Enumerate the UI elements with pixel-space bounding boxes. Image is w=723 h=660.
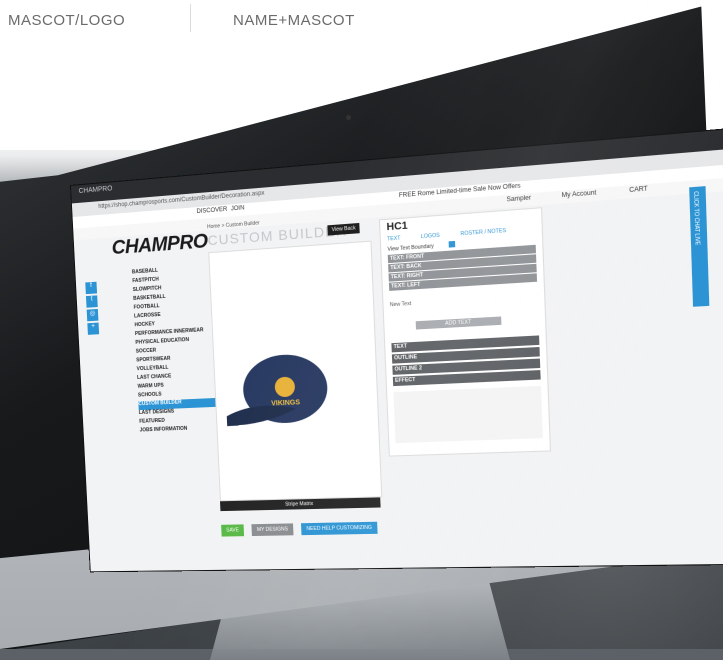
browser-screen: CHAMPRO https://shop.champrosports.com/C… — [70, 126, 723, 573]
new-text-label: New Text — [389, 300, 412, 309]
help-button[interactable]: NEED HELP CUSTOMIZING — [301, 521, 378, 536]
site-link[interactable]: DISCOVER — [196, 207, 227, 215]
custom-builder: Home > Custom Builder CUSTOM BUILDER Vie… — [207, 220, 383, 548]
panel-title: HC1 — [386, 220, 408, 234]
style-sections: TEXT OUTLINE OUTLINE 2 EFFECT — [391, 335, 541, 388]
options-panel: HC1 TEXT LOGOS ROSTER / NOTES View Text … — [378, 207, 552, 457]
cap-text: VIKINGS — [271, 399, 301, 408]
sampler-link[interactable]: Sampler — [506, 195, 531, 203]
add-text-button[interactable]: ADD TEXT — [415, 316, 502, 330]
share-icon[interactable]: + — [87, 322, 100, 335]
tab-logos[interactable]: LOGOS — [421, 233, 440, 241]
save-button[interactable]: SAVE — [221, 524, 245, 537]
cap-preview: VIKINGS — [226, 352, 329, 427]
position-list: TEXT: FRONT TEXT: BACK TEXT: RIGHT TEXT:… — [387, 244, 538, 292]
facebook-icon[interactable]: f — [85, 281, 98, 295]
boundary-checkbox[interactable] — [448, 240, 456, 248]
sidebar: CHAMPRO f t ◎ + BASEBALL FASTPITCH SLOWP… — [83, 230, 226, 552]
my-designs-button[interactable]: MY DESIGNS — [251, 523, 294, 537]
chat-tab[interactable]: CLICK TO CHAT LIVE — [689, 186, 710, 307]
browser-tab[interactable]: CHAMPRO — [79, 185, 113, 195]
panel-tabs: TEXT LOGOS ROSTER / NOTES — [387, 226, 537, 243]
instagram-icon[interactable]: ◎ — [86, 308, 99, 322]
design-canvas[interactable]: VIKINGS — [208, 240, 383, 502]
screen-area: CHAMPRO https://shop.champrosports.com/C… — [70, 20, 723, 573]
social-links: f t ◎ + — [85, 281, 100, 337]
effect-sliders[interactable] — [393, 385, 543, 444]
site-link[interactable]: JOIN — [231, 205, 245, 212]
builder-actions: SAVE MY DESIGNS NEED HELP CUSTOMIZING — [221, 516, 382, 537]
chat-tab-label: CLICK TO CHAT LIVE — [691, 191, 701, 246]
account-link[interactable]: My Account — [562, 190, 597, 199]
cart-link[interactable]: CART — [629, 186, 648, 194]
tab-text[interactable]: TEXT — [387, 235, 401, 242]
twitter-icon[interactable]: t — [85, 295, 98, 308]
tab-roster[interactable]: ROSTER / NOTES — [460, 228, 506, 238]
